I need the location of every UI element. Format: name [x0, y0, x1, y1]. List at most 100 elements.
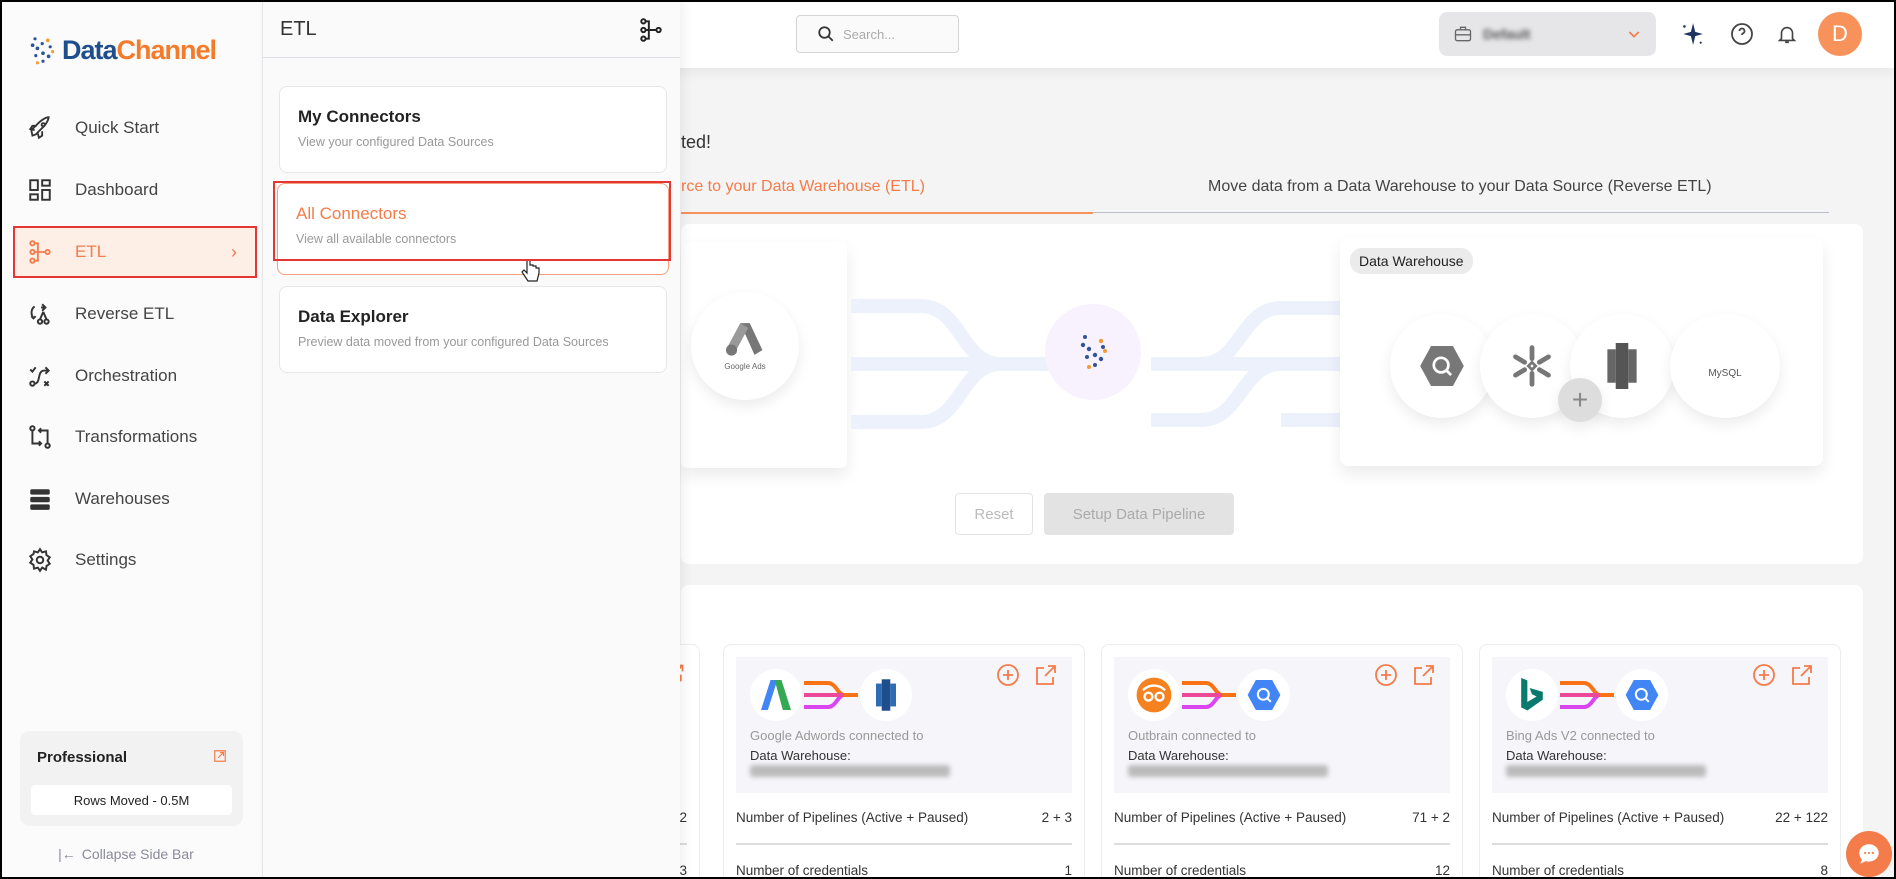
workspace-value: Default	[1483, 26, 1531, 42]
warehouse-name-redacted	[1506, 765, 1706, 777]
credentials-value: 1	[1064, 863, 1072, 877]
grid-icon	[29, 179, 51, 201]
reverse-etl-icon	[30, 303, 50, 325]
rocket-icon	[28, 116, 50, 140]
chat-button[interactable]	[1846, 831, 1892, 877]
source-connected-text: Outbrain connected to	[1128, 728, 1256, 743]
add-circle-icon[interactable]	[1752, 663, 1776, 687]
sidebar-item-quick-start[interactable]: Quick Start	[15, 104, 255, 152]
external-link-icon[interactable]	[1412, 663, 1436, 687]
collapse-arrow-icon: |←	[58, 846, 76, 862]
pipelines-value: 22 + 122	[1775, 810, 1828, 825]
credentials-value: 8	[1820, 863, 1828, 877]
card-divider	[1114, 843, 1450, 845]
credentials-label: Number of credentials	[1114, 863, 1247, 877]
bigquery-logo	[1616, 669, 1668, 721]
connection-card[interactable]: Bing Ads V2 connected to Data Warehouse:…	[1479, 644, 1841, 877]
welcome-heading: ted!	[681, 132, 712, 152]
user-avatar[interactable]: D	[1818, 12, 1862, 56]
highlight-box	[273, 181, 671, 261]
datachannel-hub-logo	[1045, 304, 1141, 400]
add-circle-icon[interactable]	[1374, 663, 1398, 687]
sidebar-item-reverse-etl[interactable]: Reverse ETL	[15, 290, 255, 338]
bigquery-logo	[1390, 314, 1494, 418]
panel-title: ETL	[280, 18, 317, 40]
connection-card[interactable]: Outbrain connected to Data Warehouse: Nu…	[1101, 644, 1463, 877]
sidebar-item-settings[interactable]: Settings	[15, 536, 255, 584]
warehouse-label: Data Warehouse:	[750, 748, 851, 763]
mysql-logo: MySQL	[1670, 314, 1780, 418]
warehouse-label: Data Warehouse:	[1128, 748, 1229, 763]
external-link-icon[interactable]	[213, 749, 227, 763]
sparkle-icon[interactable]	[1678, 20, 1706, 48]
tab-etl[interactable]: rce to your Data Warehouse (ETL)	[681, 178, 925, 196]
source-connected-text: Google Adwords connected to	[750, 728, 924, 743]
credentials-value: 12	[1434, 863, 1450, 877]
search-placeholder: Search...	[843, 26, 896, 42]
external-link-icon[interactable]	[1034, 663, 1058, 687]
pipelines-label: Number of Pipelines (Active + Paused)	[1114, 810, 1347, 825]
credentials-label: Number of credentials	[1492, 863, 1625, 877]
tab-reverse-etl[interactable]: Move data from a Data Warehouse to your …	[1208, 178, 1712, 196]
pipeline-arrow-icon	[804, 681, 858, 709]
database-icon	[30, 489, 50, 510]
pipelines-value: 2	[679, 810, 687, 825]
gear-icon	[28, 547, 52, 573]
warehouse-label: Data Warehouse	[1350, 248, 1473, 274]
add-circle-icon[interactable]	[996, 663, 1020, 687]
bigquery-logo	[1238, 669, 1290, 721]
etl-icon	[640, 17, 662, 42]
tab-divider	[1093, 212, 1829, 213]
pipeline-arrow-icon	[1182, 681, 1236, 709]
warehouse-label: Data Warehouse:	[1506, 748, 1607, 763]
plan-name: Professional	[37, 749, 128, 766]
active-tab-indicator	[681, 212, 1093, 214]
help-icon[interactable]	[1728, 20, 1756, 48]
plan-card: Professional Rows Moved - 0.5M	[20, 731, 243, 826]
sidebar-item-orchestration[interactable]: Orchestration	[15, 352, 255, 400]
add-warehouse-icon[interactable]: +	[1558, 378, 1602, 422]
search-input[interactable]: Search...	[796, 15, 959, 53]
sidebar-item-transformations[interactable]: Transformations	[15, 413, 255, 461]
sidebar: Data Channel Quick Start Dashboard ETL › …	[2, 2, 262, 877]
bing-logo	[1506, 669, 1558, 721]
briefcase-icon	[1454, 26, 1472, 42]
pipeline-arrow-icon	[1560, 681, 1614, 709]
hand-cursor-icon	[521, 259, 540, 282]
search-icon	[818, 26, 834, 42]
reset-button[interactable]: Reset	[955, 493, 1033, 535]
warehouse-card: Data Warehouse MySQL +	[1340, 238, 1823, 466]
sidebar-item-warehouses[interactable]: Warehouses	[15, 475, 255, 523]
collapse-sidebar-button[interactable]: |← Collapse Side Bar	[2, 840, 250, 868]
outbrain-logo	[1128, 669, 1180, 721]
datachannel-logo[interactable]: Data Channel	[28, 34, 217, 66]
external-link-icon[interactable]	[1790, 663, 1814, 687]
connection-card[interactable]: Google Adwords connected to Data Warehou…	[723, 644, 1085, 877]
rows-moved: Rows Moved - 0.5M	[31, 785, 232, 815]
warehouse-name-redacted	[750, 765, 950, 777]
menu-item-data-explorer[interactable]: Data Explorer Preview data moved from yo…	[279, 286, 667, 373]
etl-flyout-panel: ETL My Connectors View your configured D…	[262, 2, 680, 877]
chevron-down-icon	[1628, 31, 1640, 38]
sidebar-item-etl[interactable]: ETL ›	[13, 226, 257, 278]
google-adwords-logo	[750, 669, 802, 721]
chevron-right-icon: ›	[231, 241, 237, 262]
bell-icon[interactable]	[1773, 20, 1801, 48]
orchestration-icon	[29, 366, 51, 387]
workspace-dropdown[interactable]: Default	[1439, 12, 1656, 56]
sidebar-item-dashboard[interactable]: Dashboard	[15, 166, 255, 214]
pipeline-diagram: Google Ads Data Warehouse MySQL + Reset …	[681, 224, 1863, 564]
setup-pipeline-button[interactable]: Setup Data Pipeline	[1044, 493, 1234, 535]
credentials-label: Number of credentials	[736, 863, 869, 877]
menu-item-my-connectors[interactable]: My Connectors View your configured Data …	[279, 86, 667, 173]
pipelines-label: Number of Pipelines (Active + Paused)	[736, 810, 969, 825]
source-card: Google Ads	[681, 242, 847, 468]
chat-icon	[1859, 844, 1879, 864]
etl-icon	[29, 240, 51, 264]
warehouse-name-redacted	[1128, 765, 1328, 777]
credentials-value: 3	[679, 863, 687, 877]
card-divider	[1492, 843, 1828, 845]
source-connected-text: Bing Ads V2 connected to	[1506, 728, 1655, 743]
pipelines-label: Number of Pipelines (Active + Paused)	[1492, 810, 1725, 825]
google-ads-logo: Google Ads	[691, 292, 799, 400]
